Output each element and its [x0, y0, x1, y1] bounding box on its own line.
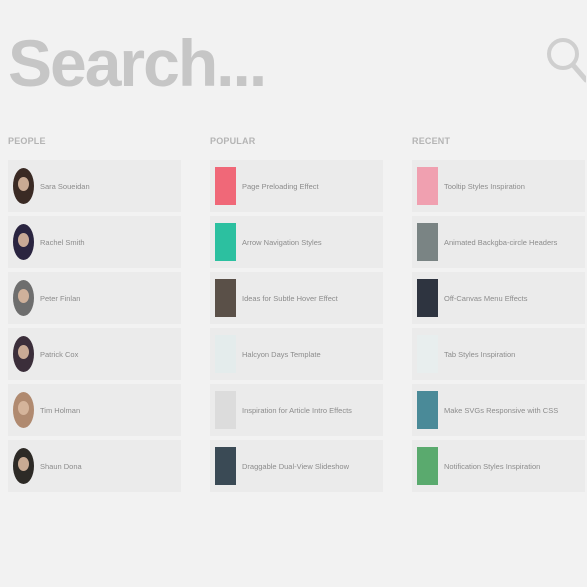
article-thumbnail [417, 279, 438, 317]
article-item[interactable]: Make SVGs Responsive with CSS [412, 384, 585, 436]
article-title: Tab Styles Inspiration [444, 349, 516, 359]
popular-column: POPULAR Page Preloading Effect Arrow Nav… [210, 134, 383, 496]
article-title: Inspiration for Article Intro Effects [242, 405, 352, 415]
article-thumbnail [215, 391, 236, 429]
article-title: Page Preloading Effect [242, 181, 319, 191]
article-title: Notification Styles Inspiration [444, 461, 541, 471]
article-item[interactable]: Tab Styles Inspiration [412, 328, 585, 380]
article-thumbnail [215, 447, 236, 485]
article-item[interactable]: Animated Backgba-circle Headers [412, 216, 585, 268]
article-title: Off-Canvas Menu Effects [444, 293, 528, 303]
person-item[interactable]: Rachel Smith [8, 216, 181, 268]
person-item[interactable]: Patrick Cox [8, 328, 181, 380]
avatar [13, 280, 34, 316]
search-bar [0, 0, 587, 130]
article-thumbnail [417, 223, 438, 261]
article-thumbnail [215, 223, 236, 261]
person-name: Sara Soueidan [40, 181, 90, 191]
avatar [13, 448, 34, 484]
article-item[interactable]: Inspiration for Article Intro Effects [210, 384, 383, 436]
avatar [13, 168, 34, 204]
article-title: Halcyon Days Template [242, 349, 321, 359]
avatar [13, 336, 34, 372]
article-title: Make SVGs Responsive with CSS [444, 405, 559, 415]
article-item[interactable]: Ideas for Subtle Hover Effect [210, 272, 383, 324]
article-thumbnail [215, 167, 236, 205]
article-title: Tooltip Styles Inspiration [444, 181, 525, 191]
article-thumbnail [417, 335, 438, 373]
search-input[interactable] [8, 24, 528, 102]
article-thumbnail [215, 335, 236, 373]
person-item[interactable]: Shaun Dona [8, 440, 181, 492]
person-name: Peter Finlan [40, 293, 81, 303]
article-title: Animated Backgba-circle Headers [444, 237, 558, 247]
article-item[interactable]: Off-Canvas Menu Effects [412, 272, 585, 324]
article-thumbnail [417, 167, 438, 205]
article-item[interactable]: Draggable Dual-View Slideshow [210, 440, 383, 492]
article-item[interactable]: Page Preloading Effect [210, 160, 383, 212]
search-icon[interactable] [546, 30, 586, 90]
person-item[interactable]: Sara Soueidan [8, 160, 181, 212]
article-item[interactable]: Arrow Navigation Styles [210, 216, 383, 268]
article-item[interactable]: Tooltip Styles Inspiration [412, 160, 585, 212]
article-item[interactable]: Notification Styles Inspiration [412, 440, 585, 492]
person-name: Rachel Smith [40, 237, 85, 247]
person-name: Tim Holman [40, 405, 81, 415]
recent-heading: RECENT [412, 136, 451, 146]
people-heading: PEOPLE [8, 136, 46, 146]
article-thumbnail [417, 391, 438, 429]
person-item[interactable]: Peter Finlan [8, 272, 181, 324]
article-title: Ideas for Subtle Hover Effect [242, 293, 338, 303]
people-column: PEOPLE Sara Soueidan Rachel Smith Peter … [8, 134, 181, 496]
article-thumbnail [417, 447, 438, 485]
article-thumbnail [215, 279, 236, 317]
popular-heading: POPULAR [210, 136, 256, 146]
article-title: Draggable Dual-View Slideshow [242, 461, 350, 471]
article-title: Arrow Navigation Styles [242, 237, 322, 247]
person-item[interactable]: Tim Holman [8, 384, 181, 436]
article-item[interactable]: Halcyon Days Template [210, 328, 383, 380]
recent-column: RECENT Tooltip Styles Inspiration Animat… [412, 134, 585, 496]
avatar [13, 224, 34, 260]
avatar [13, 392, 34, 428]
person-name: Shaun Dona [40, 461, 82, 471]
person-name: Patrick Cox [40, 349, 79, 359]
